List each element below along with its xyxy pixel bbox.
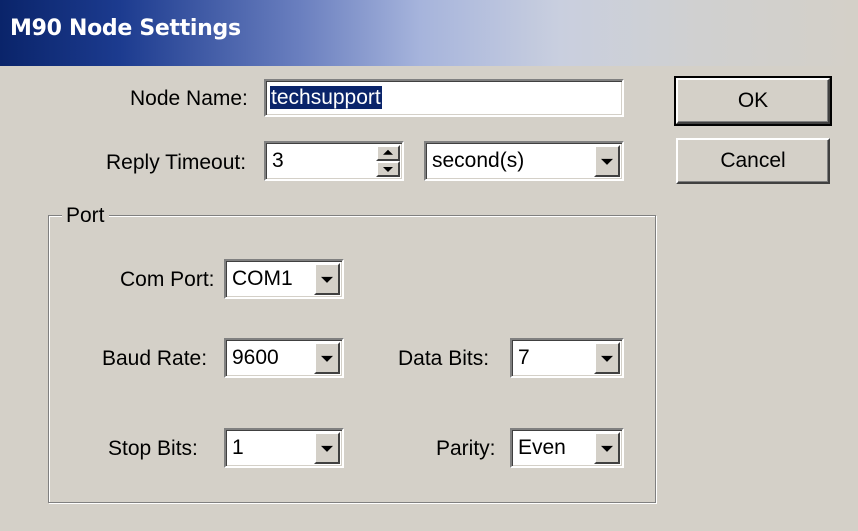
data-bits-select[interactable]: 7 — [510, 338, 624, 378]
reply-timeout-input[interactable]: 3 — [264, 141, 404, 181]
baud-rate-select[interactable]: 9600 — [224, 338, 344, 378]
parity-dropdown-button[interactable] — [594, 432, 620, 464]
chevron-down-icon — [601, 355, 613, 362]
arrow-down-icon — [383, 167, 393, 172]
node-name-label: Node Name: — [130, 87, 248, 110]
stop-bits-dropdown-button[interactable] — [314, 432, 340, 464]
spin-up-button[interactable] — [376, 145, 400, 161]
reply-timeout-label: Reply Timeout: — [106, 151, 247, 174]
chevron-down-icon — [321, 355, 333, 362]
baud-rate-value: 9600 — [232, 346, 279, 369]
timeout-unit-select[interactable]: second(s) — [424, 141, 624, 181]
node-settings-dialog: M90 Node Settings Node Name: techsupport… — [0, 0, 858, 531]
node-name-input[interactable]: techsupport — [264, 79, 624, 117]
title-bar[interactable]: M90 Node Settings — [0, 0, 858, 66]
chevron-down-icon — [321, 276, 333, 283]
reply-timeout-spinner[interactable] — [376, 145, 400, 177]
window-title: M90 Node Settings — [10, 16, 241, 41]
timeout-unit-value: second(s) — [432, 149, 525, 172]
com-port-value: COM1 — [232, 267, 293, 290]
data-bits-value: 7 — [518, 346, 530, 369]
arrow-up-icon — [383, 149, 393, 155]
ok-button[interactable]: OK — [674, 76, 832, 126]
parity-label: Parity: — [436, 437, 496, 460]
parity-value: Even — [518, 436, 566, 459]
chevron-down-icon — [601, 158, 613, 165]
baud-rate-dropdown-button[interactable] — [314, 342, 340, 374]
spin-down-button[interactable] — [376, 161, 400, 177]
parity-select[interactable]: Even — [510, 428, 624, 468]
chevron-down-icon — [601, 445, 613, 452]
ok-button-label: OK — [737, 89, 769, 112]
node-name-value: techsupport — [270, 86, 382, 109]
baud-rate-label: Baud Rate: — [102, 347, 208, 370]
stop-bits-label: Stop Bits: — [108, 437, 198, 460]
data-bits-dropdown-button[interactable] — [594, 342, 620, 374]
com-port-dropdown-button[interactable] — [314, 263, 340, 295]
port-group-label: Port — [62, 204, 109, 228]
stop-bits-value: 1 — [232, 436, 244, 459]
cancel-button-label: Cancel — [720, 149, 786, 172]
data-bits-label: Data Bits: — [398, 347, 490, 370]
com-port-label: Com Port: — [120, 268, 215, 291]
com-port-select[interactable]: COM1 — [224, 259, 344, 299]
timeout-unit-dropdown-button[interactable] — [594, 145, 620, 177]
reply-timeout-value: 3 — [272, 149, 284, 172]
chevron-down-icon — [321, 445, 333, 452]
stop-bits-select[interactable]: 1 — [224, 428, 344, 468]
cancel-button[interactable]: Cancel — [676, 138, 830, 184]
